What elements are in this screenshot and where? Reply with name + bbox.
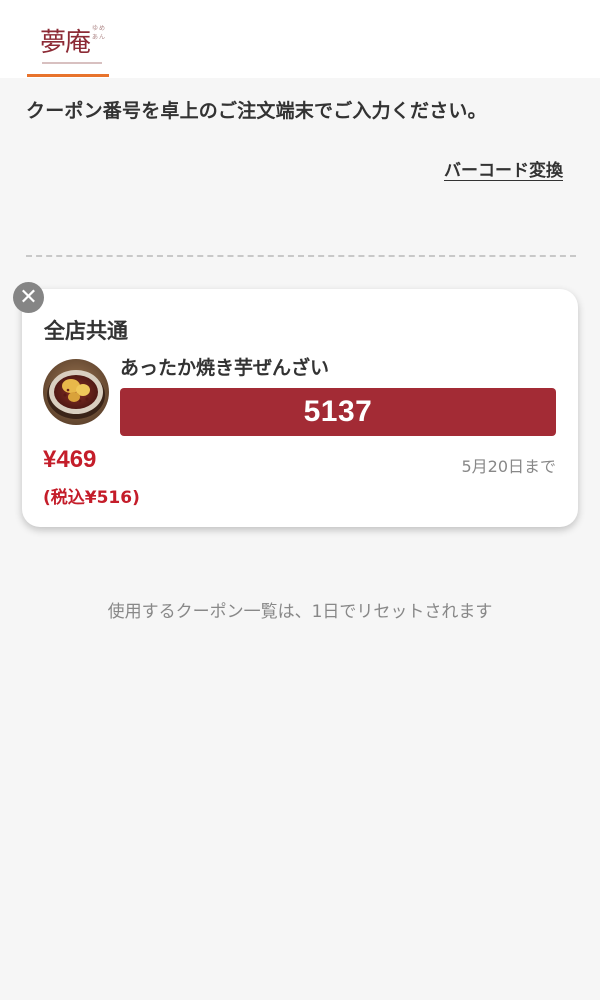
barcode-convert-link[interactable]: バーコード変換 <box>444 156 563 181</box>
zenzai-bowl-image <box>43 359 109 425</box>
logo-reading: ゆめあん <box>92 25 107 41</box>
reset-note: 使用するクーポン一覧は、1日でリセットされます <box>107 602 493 622</box>
coupon-price-tax-included: (税込¥516) <box>43 488 140 508</box>
coupon-code: 5137 <box>120 388 556 436</box>
coupon-store-label: 全店共通 <box>44 319 128 343</box>
instruction-text: クーポン番号を卓上のご注文端末でご入力ください。 <box>26 100 487 122</box>
coupon-card[interactable]: 全店共通 あったか焼き芋ぜんざい 5137 ¥469 (税込¥516) 5月20… <box>22 289 578 527</box>
logo-text: 夢庵 <box>40 28 91 58</box>
app-header: ゆめあん 夢庵 <box>0 0 600 78</box>
coupon-price: ¥469 <box>43 446 97 473</box>
logo-tagline-line <box>42 62 102 64</box>
coupon-expiry: 5月20日まで <box>461 457 556 476</box>
product-name: あったか焼き芋ぜんざい <box>120 357 330 379</box>
brand-logo[interactable]: ゆめあん 夢庵 <box>28 10 108 66</box>
close-icon: ✕ <box>19 285 38 310</box>
coupon-remove-button[interactable]: ✕ <box>13 282 44 313</box>
product-image <box>43 359 109 425</box>
dashed-divider <box>26 255 576 257</box>
active-tab-indicator <box>27 74 109 77</box>
